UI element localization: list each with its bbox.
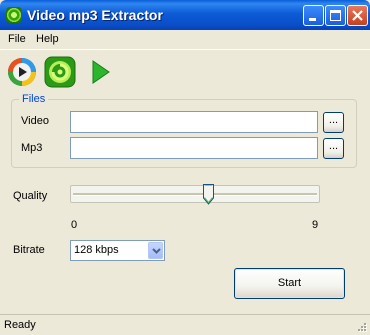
video-path-input[interactable]: [70, 111, 318, 133]
status-text: Ready: [4, 319, 36, 331]
quality-slider-thumb[interactable]: [203, 184, 214, 205]
video-browse-button[interactable]: ...: [323, 112, 344, 133]
quality-label: Quality: [13, 190, 48, 202]
app-window: Video mp3 Extractor File Help Files Vide…: [0, 0, 370, 335]
chevron-down-icon: [152, 248, 161, 254]
maximize-button[interactable]: [325, 5, 346, 26]
menu-help[interactable]: Help: [36, 33, 59, 45]
play-icon[interactable]: [86, 56, 118, 88]
toolbar-separator: [0, 49, 370, 50]
close-button[interactable]: [347, 5, 368, 26]
window-title: Video mp3 Extractor: [27, 7, 163, 23]
files-group-legend: Files: [19, 93, 49, 105]
quality-min-label: 0: [71, 219, 78, 231]
maximize-icon: [330, 10, 341, 21]
mp3-label: Mp3: [21, 142, 43, 154]
quality-max-label: 9: [312, 219, 319, 231]
app-icon: [6, 7, 22, 23]
status-bar: Ready: [0, 314, 370, 335]
bitrate-select[interactable]: 128 kbps: [70, 240, 165, 261]
minimize-icon: [309, 18, 316, 21]
minimize-button[interactable]: [303, 5, 324, 26]
mp3-browse-button[interactable]: ...: [323, 138, 344, 159]
extractor-logo-icon[interactable]: [44, 56, 76, 88]
bitrate-label: Bitrate: [13, 244, 45, 256]
start-button[interactable]: Start: [234, 268, 345, 299]
mp3-path-input[interactable]: [70, 137, 318, 159]
quality-slider-groove: [73, 193, 317, 196]
resize-grip-icon[interactable]: [356, 321, 368, 333]
video-label: Video: [21, 115, 49, 127]
bitrate-selected-value: 128 kbps: [74, 244, 119, 256]
close-icon: [352, 10, 363, 21]
title-bar[interactable]: Video mp3 Extractor: [0, 0, 370, 30]
menu-file[interactable]: File: [8, 33, 26, 45]
menu-bar: File Help: [0, 30, 370, 49]
bitrate-dropdown-button[interactable]: [148, 242, 163, 259]
media-player-icon[interactable]: [6, 56, 38, 88]
